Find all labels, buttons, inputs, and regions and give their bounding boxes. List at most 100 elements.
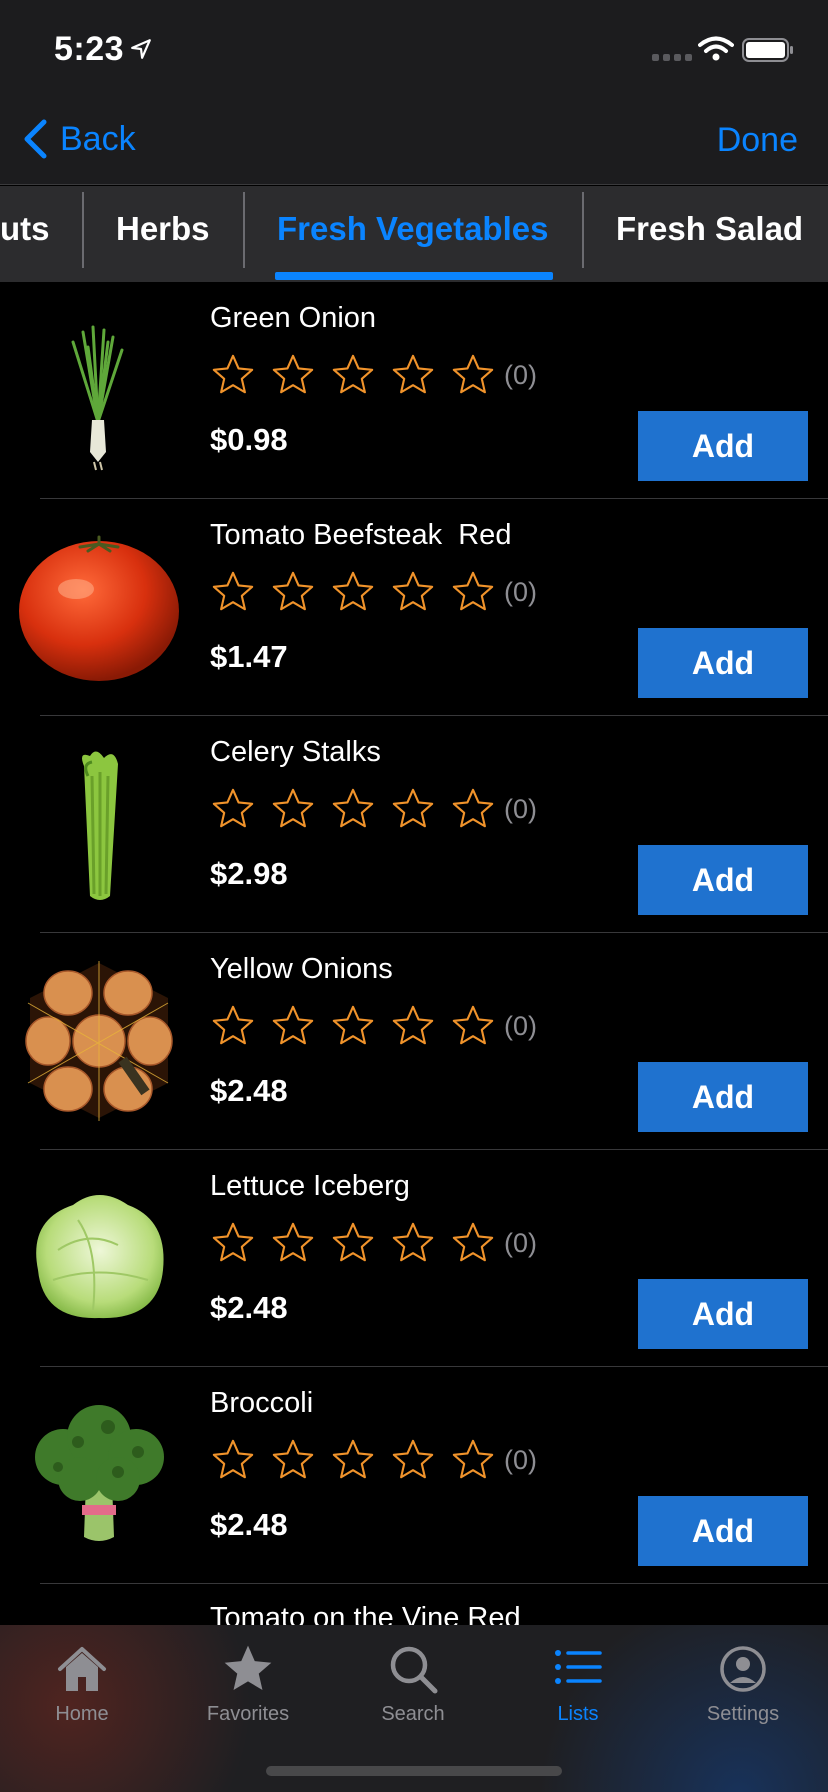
product-row[interactable]: Tomato Beefsteak Red (0) $1.47 Add (0, 499, 828, 716)
add-button[interactable]: Add (638, 1496, 808, 1566)
tabbar-label: Settings (706, 1703, 780, 1725)
back-label: Back (60, 119, 136, 158)
add-button[interactable]: Add (638, 411, 808, 481)
active-tab-indicator (275, 272, 553, 280)
add-button[interactable]: Add (638, 845, 808, 915)
star-outline-icon (332, 1439, 374, 1479)
status-time: 5:23 (54, 30, 125, 68)
home-indicator (266, 1766, 562, 1776)
star-outline-icon (212, 354, 254, 394)
star-outline-icon (452, 1439, 494, 1479)
navigation-bar: Back Done (0, 95, 828, 185)
done-button[interactable]: Done (717, 121, 798, 160)
star-outline-icon (452, 1005, 494, 1045)
tab-fresh-vegetables[interactable]: Fresh Vegetables (277, 186, 548, 282)
star-outline-icon (272, 788, 314, 828)
product-name: Lettuce Iceberg (210, 1170, 410, 1202)
rating-count: (0) (504, 359, 537, 390)
star-outline-icon (272, 354, 314, 394)
tomato-image (19, 535, 179, 681)
product-price: $2.48 (210, 1290, 288, 1325)
star-outline-icon (212, 1439, 254, 1479)
add-button[interactable]: Add (638, 628, 808, 698)
list-icon (555, 1650, 602, 1684)
tabbar-home[interactable]: Home (12, 1641, 152, 1726)
product-row[interactable]: Lettuce Iceberg (0) $2.48 Add (0, 1150, 828, 1367)
status-bar: 5:23 (0, 0, 828, 95)
star-outline-icon (332, 354, 374, 394)
rating-count: (0) (504, 1010, 537, 1041)
product-row[interactable]: Celery Stalks (0) $2.98 Add (0, 716, 828, 933)
cellular-signal-icon (652, 54, 692, 61)
home-icon (58, 1647, 106, 1691)
product-row[interactable]: Yellow Onions (0) $2.48 Add (0, 933, 828, 1150)
star-outline-icon (332, 1222, 374, 1262)
star-outline-icon (272, 1005, 314, 1045)
tabbar-lists[interactable]: Lists (508, 1641, 648, 1726)
rating-count: (0) (504, 576, 537, 607)
category-tabs: uts Herbs Fresh Vegetables Fresh Salad (0, 186, 828, 282)
star-outline-icon (332, 571, 374, 611)
location-arrow-icon (131, 39, 151, 59)
product-price: $2.48 (210, 1073, 288, 1108)
row-divider (40, 1583, 828, 1584)
tabbar-label: Search (381, 1703, 445, 1725)
tab-separator (582, 192, 584, 268)
product-list: Green Onion (0) $0.98 Add Tomato Beefste… (0, 282, 828, 1584)
rating-count: (0) (504, 1227, 537, 1258)
product-name: Tomato Beefsteak Red (210, 519, 512, 551)
star-outline-icon (272, 571, 314, 611)
celery-image (82, 751, 118, 900)
search-icon (390, 1646, 438, 1694)
product-name: Broccoli (210, 1387, 314, 1419)
tabbar-search[interactable]: Search (343, 1641, 483, 1726)
star-outline-icon (392, 571, 434, 611)
tabbar-label: Lists (557, 1703, 599, 1725)
rating-count: (0) (504, 793, 537, 824)
rating-count: (0) (504, 1444, 537, 1475)
rating-stars[interactable]: (0) (210, 569, 537, 615)
product-price: $2.48 (210, 1507, 288, 1542)
wifi-icon (698, 36, 734, 61)
rating-stars[interactable]: (0) (210, 1220, 537, 1266)
star-outline-icon (392, 354, 434, 394)
rating-stars[interactable]: (0) (210, 1437, 537, 1483)
star-outline-icon (452, 571, 494, 611)
product-name: Yellow Onions (210, 953, 393, 985)
person-circle-icon (720, 1646, 766, 1692)
add-button[interactable]: Add (638, 1062, 808, 1132)
rating-stars[interactable]: (0) (210, 352, 537, 398)
product-price: $2.98 (210, 856, 288, 891)
star-outline-icon (212, 571, 254, 611)
tabbar-settings[interactable]: Settings (673, 1641, 813, 1726)
lettuce-image (36, 1195, 164, 1319)
star-outline-icon (392, 1439, 434, 1479)
product-row[interactable]: Green Onion (0) $0.98 Add (0, 282, 828, 499)
star-outline-icon (332, 788, 374, 828)
rating-stars[interactable]: (0) (210, 1003, 537, 1049)
star-outline-icon (212, 1005, 254, 1045)
tab-fresh-salad[interactable]: Fresh Salad (616, 186, 803, 282)
star-outline-icon (452, 354, 494, 394)
back-button[interactable]: Back (22, 119, 136, 159)
tab-nuts[interactable]: uts (0, 186, 50, 282)
star-outline-icon (452, 1222, 494, 1262)
star-outline-icon (212, 788, 254, 828)
star-outline-icon (392, 788, 434, 828)
star-outline-icon (332, 1005, 374, 1045)
chevron-left-icon (24, 119, 47, 159)
star-outline-icon (392, 1005, 434, 1045)
product-row[interactable]: Broccoli (0) $2.48 Add (0, 1367, 828, 1584)
broccoli-image (35, 1405, 164, 1541)
star-icon (224, 1645, 272, 1690)
star-outline-icon (272, 1222, 314, 1262)
tab-separator (82, 192, 84, 268)
rating-stars[interactable]: (0) (210, 786, 537, 832)
product-name: Celery Stalks (210, 736, 381, 768)
product-name: Green Onion (210, 302, 377, 334)
battery-icon (742, 38, 793, 62)
tabbar-favorites[interactable]: Favorites (178, 1641, 318, 1726)
tab-herbs[interactable]: Herbs (116, 186, 210, 282)
add-button[interactable]: Add (638, 1279, 808, 1349)
star-outline-icon (272, 1439, 314, 1479)
